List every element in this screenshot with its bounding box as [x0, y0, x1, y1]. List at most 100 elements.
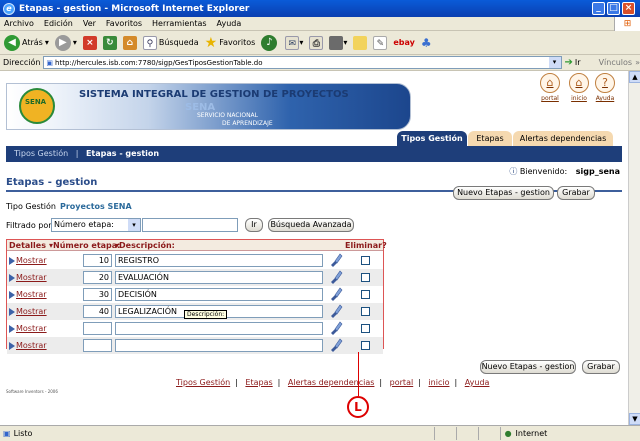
footer-link-inicio[interactable]: inicio — [428, 378, 449, 387]
footer-link-alertas[interactable]: Alertas dependencias — [288, 378, 375, 387]
vertical-scrollbar[interactable]: ▲ ▼ — [628, 71, 640, 425]
links-label[interactable]: Vínculos — [599, 58, 633, 67]
show-details-link[interactable]: Mostrar — [9, 341, 47, 350]
new-etapa-button[interactable]: Nuevo Etapas - gestion — [453, 186, 554, 200]
portal-link[interactable]: ⌂ portal — [540, 73, 560, 102]
messenger-icon[interactable]: ♣ — [421, 36, 432, 50]
descripcion-input[interactable] — [115, 339, 323, 352]
descripcion-input[interactable]: REGISTRO — [115, 254, 323, 267]
filter-select[interactable]: Número etapa: ▾ — [51, 218, 141, 232]
edit-brush-icon[interactable] — [329, 287, 343, 301]
numero-etapa-input[interactable]: 20 — [83, 271, 112, 284]
menu-favoritos[interactable]: Favoritos — [106, 19, 142, 28]
triangle-right-icon — [9, 307, 15, 316]
show-details-link[interactable]: Mostrar — [9, 256, 47, 265]
breadcrumb-tipos-gestion[interactable]: Tipos Gestión — [14, 149, 68, 158]
home-icon[interactable]: ⌂ — [122, 35, 137, 50]
menu-edicion[interactable]: Edición — [44, 19, 73, 28]
edit-brush-icon[interactable] — [329, 321, 343, 335]
folder-icon[interactable] — [353, 35, 368, 50]
tab-tipos-gestion[interactable]: Tipos Gestión — [397, 131, 467, 146]
refresh-icon[interactable]: ↻ — [102, 35, 117, 50]
back-button[interactable]: ◀ Atrás ▾ — [4, 34, 49, 51]
header-descripcion[interactable]: ▾Descripción: — [115, 241, 175, 250]
filter-go-button[interactable]: Ir — [245, 218, 263, 232]
forward-button[interactable]: ▶ ▾ — [54, 34, 77, 51]
show-details-link[interactable]: Mostrar — [9, 324, 47, 333]
show-details-link[interactable]: Mostrar — [9, 307, 47, 316]
maximize-button[interactable]: □ — [607, 2, 620, 15]
delete-checkbox[interactable] — [361, 256, 370, 265]
favorites-button[interactable]: ★ Favoritos — [205, 35, 256, 51]
go-arrow-icon[interactable]: ➔ — [565, 57, 573, 68]
inicio-link[interactable]: ⌂ inicio — [569, 73, 589, 102]
save-button-bottom[interactable]: Grabar — [582, 360, 620, 374]
header-numero-etapa[interactable]: ▾Número etapa: — [49, 241, 120, 250]
menu-ver[interactable]: Ver — [83, 19, 96, 28]
print-icon[interactable]: ⎙ — [309, 35, 324, 50]
save-button[interactable]: Grabar — [557, 186, 595, 200]
status-pane — [455, 427, 476, 440]
numero-etapa-input[interactable] — [83, 322, 112, 335]
go-button[interactable]: Ir — [575, 58, 581, 67]
search-button[interactable]: ⚲ Búsqueda — [142, 35, 199, 50]
tipo-gestion-value: Proyectos SENA — [60, 202, 132, 211]
delete-checkbox[interactable] — [361, 273, 370, 282]
show-details-link[interactable]: Mostrar — [9, 290, 47, 299]
tab-alertas-dependencias[interactable]: Alertas dependencias — [513, 131, 613, 146]
chevron-down-icon[interactable]: ▾ — [548, 57, 561, 68]
stop-icon[interactable]: × — [82, 35, 97, 50]
address-input[interactable]: ▣ http://hercules.isb.com:7780/sigp/GesT… — [43, 56, 562, 69]
filter-input[interactable] — [142, 218, 238, 232]
edit-brush-icon[interactable] — [329, 253, 343, 267]
edit-brush-icon[interactable] — [329, 304, 343, 318]
new-etapa-button-bottom[interactable]: Nuevo Etapas - gestion — [480, 360, 576, 374]
menu-ayuda[interactable]: Ayuda — [217, 19, 242, 28]
close-button[interactable]: × — [622, 2, 635, 15]
star-icon: ★ — [204, 34, 218, 51]
descripcion-input[interactable]: EVALUACIÓN — [115, 271, 323, 284]
search-icon: ⚲ — [142, 35, 157, 50]
footer-link-ayuda[interactable]: Ayuda — [465, 378, 490, 387]
numero-etapa-input[interactable]: 40 — [83, 305, 112, 318]
advanced-search-button[interactable]: Búsqueda Avanzada — [268, 218, 354, 232]
inicio-label: inicio — [571, 95, 587, 102]
delete-checkbox[interactable] — [361, 290, 370, 299]
descripcion-input[interactable]: DECISIÓN — [115, 288, 323, 301]
scroll-up-icon[interactable]: ▲ — [629, 71, 640, 83]
delete-checkbox[interactable] — [361, 341, 370, 350]
pencil-icon[interactable]: ✎ — [373, 35, 388, 50]
tab-etapas[interactable]: Etapas — [468, 131, 512, 146]
search-label: Búsqueda — [158, 38, 199, 47]
home-icon: ⌂ — [569, 73, 589, 93]
edit-brush-icon[interactable] — [329, 338, 343, 352]
address-label: Dirección — [3, 58, 41, 67]
ebay-icon[interactable]: ebay — [393, 38, 415, 47]
chevron-right-icon[interactable]: » — [635, 58, 640, 67]
footer-link-etapas[interactable]: Etapas — [245, 378, 272, 387]
menu-archivo[interactable]: Archivo — [4, 19, 34, 28]
menu-herramientas[interactable]: Herramientas — [152, 19, 207, 28]
portal-icon: ⌂ — [540, 73, 560, 93]
numero-etapa-input[interactable] — [83, 339, 112, 352]
chevron-down-icon[interactable]: ▾ — [128, 219, 140, 231]
edit-brush-icon[interactable] — [329, 270, 343, 284]
media-icon[interactable]: ♪ — [261, 34, 278, 51]
delete-checkbox[interactable] — [361, 324, 370, 333]
zone-label: Internet — [515, 429, 548, 438]
numero-etapa-input[interactable]: 30 — [83, 288, 112, 301]
table-row: Mostrar — [7, 320, 383, 337]
mail-icon[interactable]: ✉ — [285, 35, 300, 50]
delete-checkbox[interactable] — [361, 307, 370, 316]
show-details-link[interactable]: Mostrar — [9, 273, 47, 282]
minimize-button[interactable]: _ — [592, 2, 605, 15]
scroll-down-icon[interactable]: ▼ — [629, 413, 640, 425]
numero-etapa-input[interactable]: 10 — [83, 254, 112, 267]
ayuda-link[interactable]: ? Ayuda — [595, 73, 615, 102]
edit-icon[interactable] — [329, 35, 344, 50]
header-eliminar: Eliminar? — [345, 241, 387, 250]
page-title: Etapas - gestion — [6, 177, 98, 188]
descripcion-input[interactable] — [115, 322, 323, 335]
footer-link-tipos-gestion[interactable]: Tipos Gestión — [176, 378, 230, 387]
footer-link-portal[interactable]: portal — [390, 378, 414, 387]
